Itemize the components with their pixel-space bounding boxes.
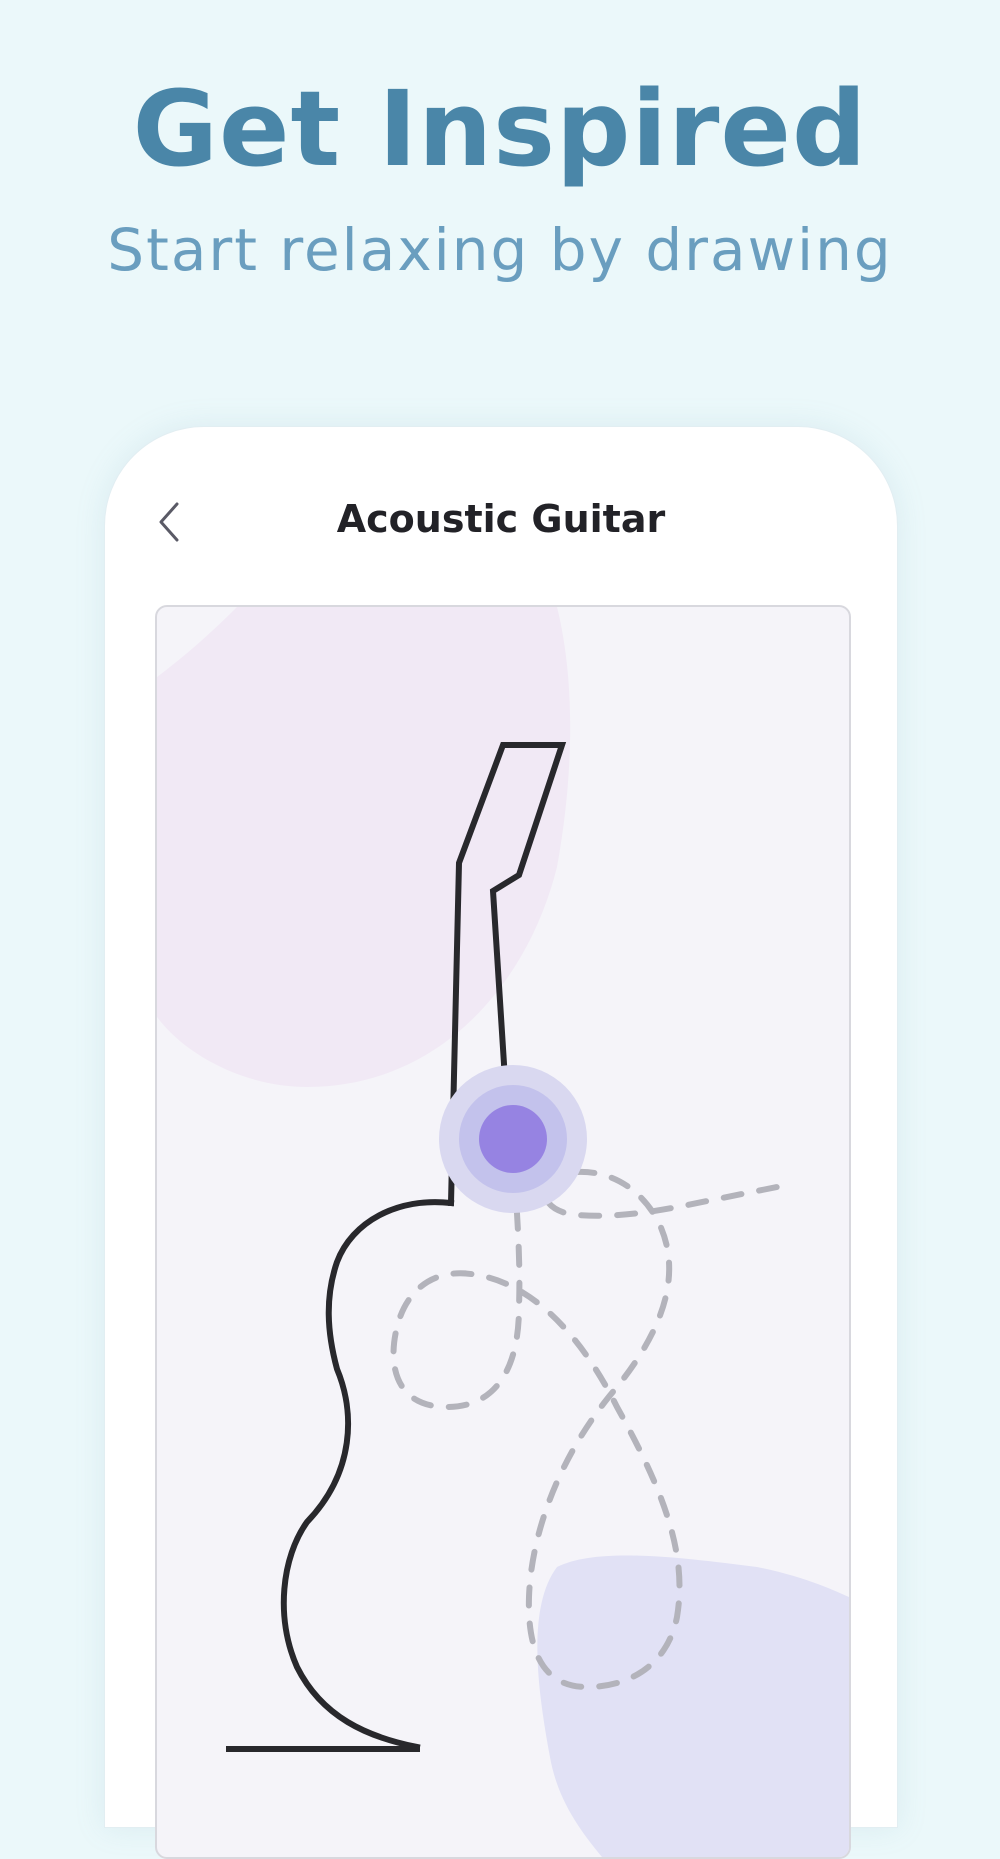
subheadline: Start relaxing by drawing: [107, 216, 893, 284]
app-header: Acoustic Guitar: [105, 487, 897, 557]
lavender-blob: [537, 1555, 849, 1857]
headline: Get Inspired: [132, 68, 868, 190]
phone-mockup: Acoustic Guitar: [104, 426, 898, 1859]
drawing-canvas[interactable]: [155, 605, 851, 1859]
drawing-svg: [157, 607, 849, 1857]
screen-title: Acoustic Guitar: [336, 497, 666, 541]
pink-blob: [157, 607, 571, 1087]
drawing-cursor[interactable]: [439, 1065, 587, 1213]
